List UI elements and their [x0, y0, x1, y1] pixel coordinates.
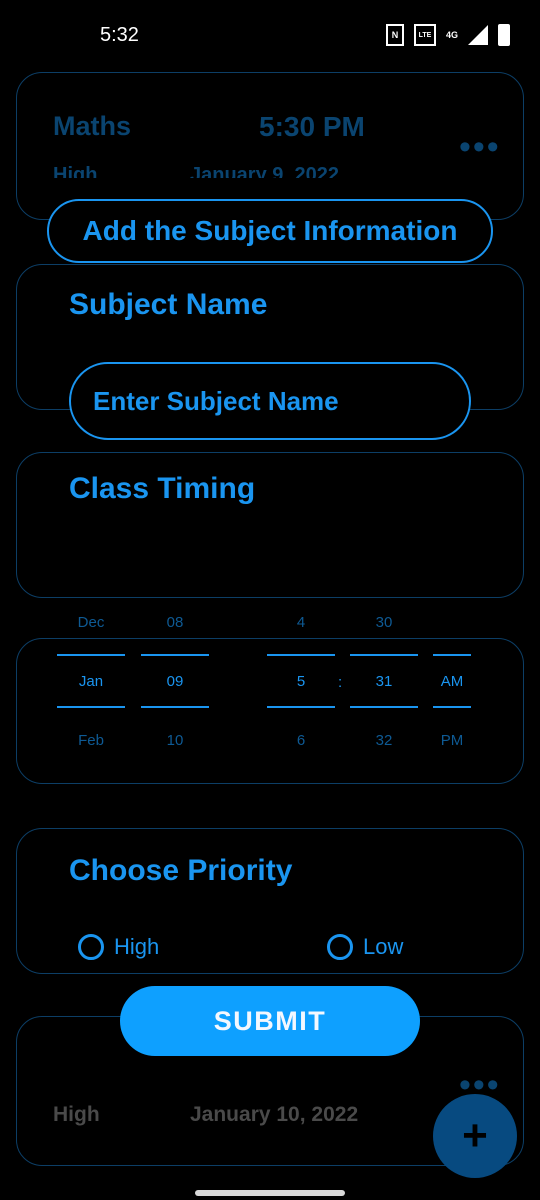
picker-divider — [350, 654, 418, 656]
picker-divider — [57, 706, 125, 708]
radio-circle-icon[interactable] — [78, 934, 104, 960]
time-separator: : — [338, 674, 343, 691]
status-bar: 5:32 N LTE 4G — [0, 0, 540, 72]
picker-selected[interactable]: AM — [433, 673, 471, 690]
more-options-icon[interactable]: ••• — [459, 128, 501, 167]
month-wheel[interactable]: Dec Jan Feb — [57, 612, 125, 752]
dialog-title: Add the Subject Information — [47, 199, 493, 263]
class-timing-label: Class Timing — [69, 472, 256, 505]
picker-prev[interactable]: 30 — [350, 614, 418, 631]
subject-name-label: Subject Name — [69, 288, 268, 321]
card-priority: High — [53, 164, 98, 178]
status-time: 5:32 — [100, 24, 139, 46]
picker-divider — [141, 706, 209, 708]
choose-priority-label: Choose Priority — [69, 854, 293, 887]
battery-icon — [498, 24, 510, 46]
hour-wheel[interactable]: 4 5 6 — [267, 612, 335, 752]
picker-divider — [57, 654, 125, 656]
priority-low-label[interactable]: Low — [363, 934, 403, 960]
subject-card[interactable] — [16, 72, 524, 220]
minute-wheel[interactable]: 30 31 32 — [350, 612, 418, 752]
signal-icon — [468, 25, 488, 45]
status-icons: N LTE 4G — [385, 24, 510, 46]
picker-divider — [267, 706, 335, 708]
card-subject: Maths — [53, 111, 132, 141]
day-wheel[interactable]: 08 09 10 — [141, 612, 209, 752]
priority-low-radio[interactable]: Low — [327, 934, 403, 960]
picker-next[interactable]: PM — [433, 732, 471, 749]
picker-next[interactable]: 10 — [141, 732, 209, 749]
picker-selected[interactable]: 09 — [141, 673, 209, 690]
radio-circle-icon[interactable] — [327, 934, 353, 960]
network-type: 4G — [445, 30, 458, 40]
subject-name-input[interactable]: Enter Subject Name — [69, 362, 471, 440]
nfc-icon: N — [385, 24, 404, 46]
plus-icon: + — [462, 1111, 488, 1160]
card-date: January 10, 2022 — [190, 1103, 359, 1126]
priority-high-radio[interactable]: High — [78, 934, 159, 960]
picker-prev[interactable]: Dec — [57, 614, 125, 631]
priority-high-label[interactable]: High — [114, 934, 159, 960]
picker-divider — [267, 654, 335, 656]
home-indicator[interactable] — [195, 1190, 345, 1196]
picker-divider — [141, 654, 209, 656]
card-date: January 9, 2022 — [190, 164, 339, 178]
picker-next[interactable]: 32 — [350, 732, 418, 749]
card-priority: High — [53, 1103, 100, 1126]
picker-selected[interactable]: 5 — [267, 673, 335, 690]
volte-icon: LTE — [413, 24, 436, 46]
picker-selected[interactable]: 31 — [350, 673, 418, 690]
picker-selected[interactable]: Jan — [57, 673, 125, 690]
add-subject-button[interactable]: + — [433, 1094, 517, 1178]
picker-divider — [433, 706, 471, 708]
submit-button[interactable]: SUBMIT — [120, 986, 420, 1056]
picker-prev[interactable]: 08 — [141, 614, 209, 631]
picker-prev[interactable]: 4 — [267, 614, 335, 631]
picker-next[interactable]: 6 — [267, 732, 335, 749]
picker-divider — [433, 654, 471, 656]
card-time: 5:30 PM — [259, 111, 365, 142]
ampm-wheel[interactable]: AM PM — [433, 612, 471, 752]
picker-divider — [350, 706, 418, 708]
picker-next[interactable]: Feb — [57, 732, 125, 749]
